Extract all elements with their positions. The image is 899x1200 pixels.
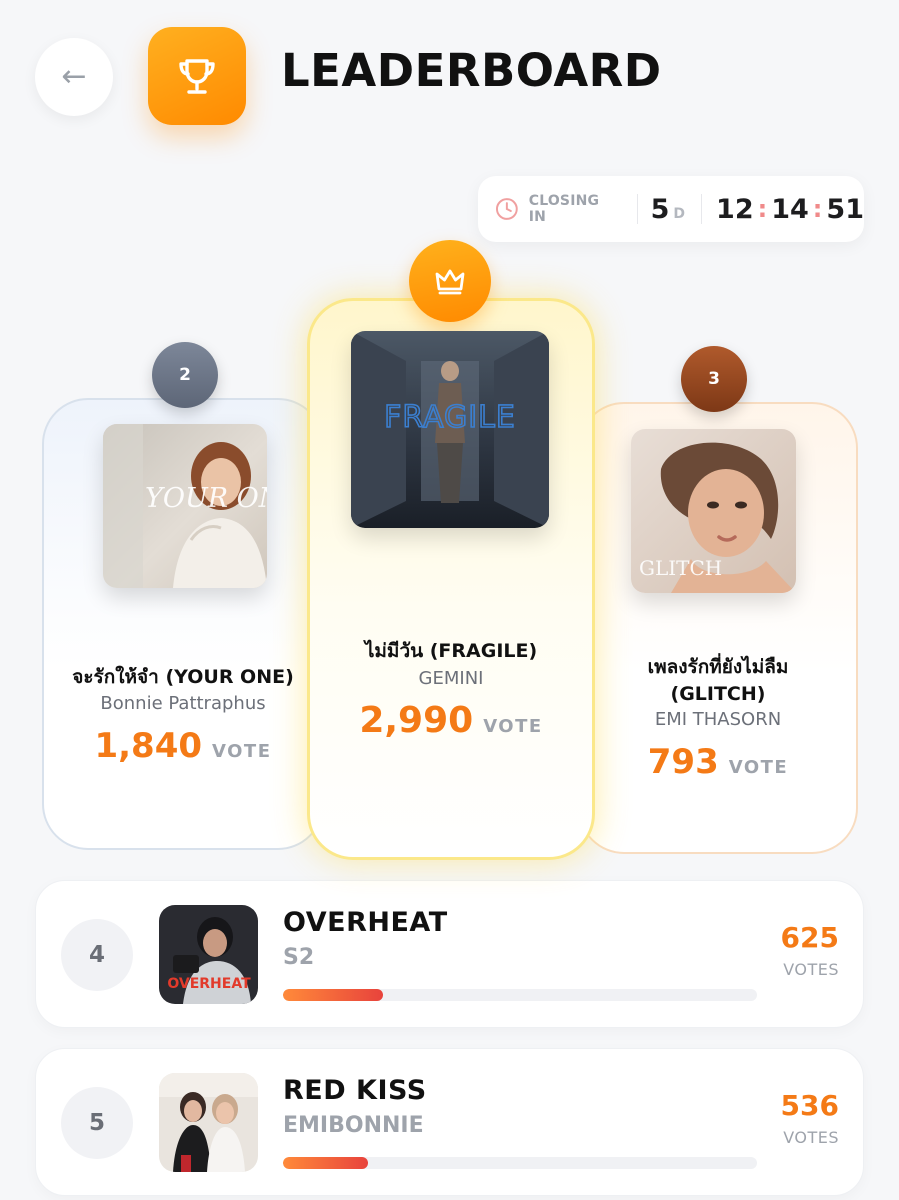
countdown-days: 5 — [650, 193, 670, 225]
rank-badge-1 — [409, 240, 491, 322]
trophy-badge — [148, 27, 246, 125]
row-rank-badge: 5 — [61, 1087, 133, 1159]
row-title: OVERHEAT — [283, 907, 448, 938]
rank-badge-2: 2 — [152, 342, 218, 408]
album-art-image: YOUR ONE — [103, 424, 267, 588]
back-button[interactable]: ← — [35, 38, 113, 116]
clock-icon — [495, 198, 518, 220]
song-artist: EMI THASORN — [654, 709, 782, 730]
countdown-hours: 12 — [716, 193, 754, 225]
song-title: จะรักให้จำ (YOUR ONE) — [72, 666, 294, 688]
vote-number: 1,840 — [94, 726, 203, 766]
leaderboard-row[interactable]: 4 OVERHEAT OVERHEAT S2 625 VOTES — [35, 880, 864, 1028]
svg-text:OVERHEAT: OVERHEAT — [167, 976, 251, 992]
vote-count: 793 VOTE — [580, 742, 856, 782]
colon-separator: : — [757, 195, 768, 223]
vote-progress-bar — [283, 1157, 757, 1169]
row-title: RED KISS — [283, 1075, 427, 1106]
song-title-line: เพลงรักที่ยังไม่ลืม — [647, 656, 789, 678]
countdown-seconds: 51 — [826, 193, 864, 225]
vote-unit: VOTES — [783, 1128, 839, 1147]
vote-count: 2,990 VOTE — [310, 700, 592, 741]
song-artist: GEMINI — [418, 668, 484, 689]
row-artist: S2 — [283, 945, 315, 970]
album-art-image: FRAGILE — [351, 331, 549, 528]
arrow-left-icon: ← — [61, 59, 87, 94]
album-cover-fragile: FRAGILE — [351, 331, 549, 528]
divider — [701, 194, 703, 224]
row-vote-count: 536 VOTES — [781, 1089, 839, 1147]
trophy-icon — [179, 59, 215, 94]
album-cover-your-one: YOUR ONE — [103, 424, 267, 588]
countdown-label: CLOSING IN — [528, 193, 600, 225]
vote-progress-fill — [283, 989, 383, 1001]
vote-number: 536 — [780, 1089, 839, 1122]
vote-number: 625 — [780, 921, 839, 954]
song-title: ไม่มีวัน (FRAGILE) — [364, 640, 538, 662]
countdown-clock: 12 : 14 : 51 — [716, 194, 864, 225]
album-cover-glitch: GLITCH — [631, 429, 796, 593]
countdown-minutes: 14 — [771, 193, 809, 225]
vote-number: 793 — [647, 742, 719, 782]
leaderboard-row[interactable]: 5 RED KISS EMIBONNIE 536 VOTES — [35, 1048, 864, 1196]
vote-progress-fill — [283, 1157, 369, 1169]
song-title-line: (GLITCH) — [670, 683, 766, 705]
album-art-image — [159, 1073, 258, 1172]
vote-unit: VOTES — [783, 960, 839, 979]
vote-count: 1,840 VOTE — [44, 726, 322, 766]
album-cover-overheat: OVERHEAT — [159, 905, 258, 1004]
album-art-image: GLITCH — [631, 429, 796, 593]
divider — [636, 194, 638, 224]
vote-progress-bar — [283, 989, 757, 1001]
colon-separator: : — [812, 195, 823, 223]
row-artist: EMIBONNIE — [283, 1113, 424, 1138]
vote-unit: VOTE — [728, 757, 789, 778]
row-rank-badge: 4 — [61, 919, 133, 991]
vote-unit: VOTE — [483, 716, 543, 737]
album-cover-red-kiss — [159, 1073, 258, 1172]
countdown-days-unit: D — [673, 206, 686, 222]
svg-text:GLITCH: GLITCH — [639, 556, 722, 580]
page-title: LEADERBOARD — [281, 44, 662, 97]
crown-icon — [435, 269, 465, 295]
row-vote-count: 625 VOTES — [781, 921, 839, 979]
vote-unit: VOTE — [212, 741, 272, 762]
vote-number: 2,990 — [359, 700, 474, 741]
countdown-timer: CLOSING IN 5 D 12 : 14 : 51 — [478, 176, 864, 242]
album-art-image: OVERHEAT — [159, 905, 258, 1004]
song-artist: Bonnie Pattraphus — [100, 693, 266, 714]
song-title: เพลงรักที่ยังไม่ลืม (GLITCH) — [580, 654, 856, 708]
svg-text:FRAGILE: FRAGILE — [384, 400, 516, 435]
svg-text:YOUR ONE: YOUR ONE — [145, 483, 267, 514]
rank-badge-3: 3 — [681, 346, 747, 412]
